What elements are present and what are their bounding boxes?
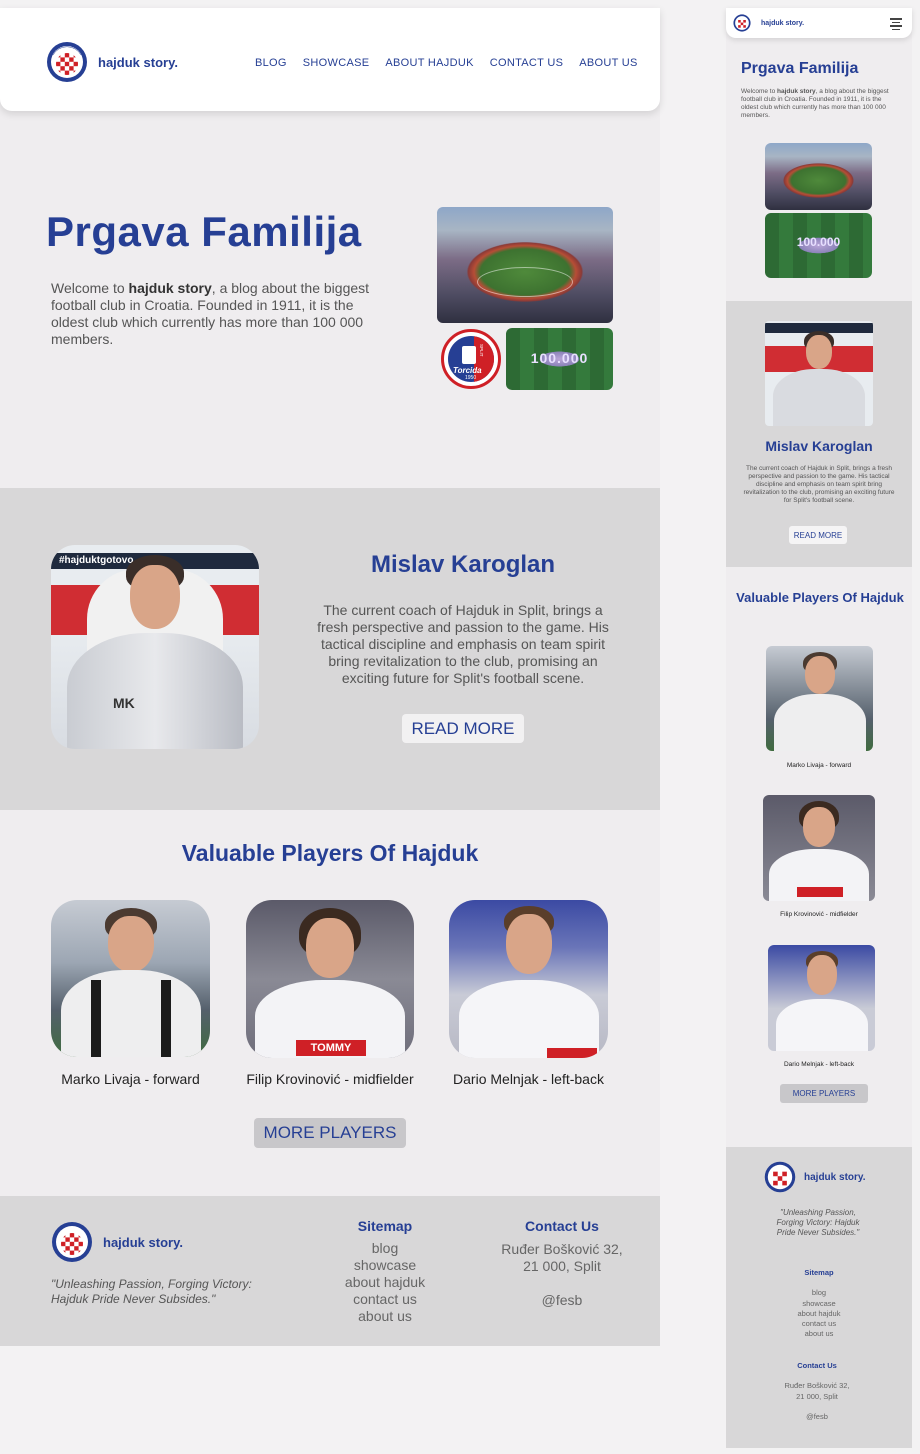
mobile-sitemap-link-showcase[interactable]: showcase: [769, 1299, 869, 1309]
hamburger-menu-icon[interactable]: [890, 17, 902, 30]
mobile-player-photo-melnjak: [768, 945, 875, 1051]
brand-name: hajduk story.: [98, 54, 178, 70]
mobile-brand-link[interactable]: hajduk story.: [733, 14, 804, 32]
brand-logo-link[interactable]: hajduk story.: [46, 41, 178, 83]
sitemap-link-about-us[interactable]: about us: [335, 1308, 435, 1325]
hajduk-crest-icon: [764, 1161, 796, 1193]
mobile-sitemap-title: Sitemap: [804, 1268, 834, 1277]
contact-handle[interactable]: @fesb: [492, 1292, 632, 1309]
mobile-pitch-photo: 100.000: [765, 213, 872, 278]
coach-description: The current coach of Hajduk in Split, br…: [317, 602, 609, 686]
coach-banner-text: #hajduktgotovo: [59, 555, 134, 566]
footer-contact: Contact Us Ruđer Bošković 32, 21 000, Sp…: [492, 1218, 632, 1309]
mobile-header: hajduk story.: [726, 8, 912, 38]
mobile-footer-contact: Contact Us Ruđer Bošković 32, 21 000, Sp…: [762, 1361, 872, 1422]
hajduk-crest-icon: [47, 42, 87, 82]
mobile-brand-name: hajduk story.: [761, 19, 805, 27]
hajduk-crest-icon: [733, 14, 751, 32]
mobile-player-photo-krovinovic: [763, 795, 875, 901]
torcida-badge: Torcida 1950 SPLIT: [441, 329, 501, 389]
mobile-contact-title: Contact Us: [797, 1361, 837, 1370]
mobile-sitemap-link-about-us[interactable]: about us: [769, 1329, 869, 1339]
player-photo-melnjak: [449, 900, 608, 1058]
mobile-footer-sitemap: Sitemap blog showcase about hajduk conta…: [769, 1268, 869, 1340]
mobile-hero-intro: Welcome to hajduk story, a blog about th…: [741, 88, 891, 120]
mobile-coach-description: The current coach of Hajduk in Split, br…: [743, 465, 895, 504]
players-title: Valuable Players Of Hajduk: [181, 840, 479, 866]
coach-jersey-initials: MK: [113, 695, 135, 711]
mobile-coach-photo: [765, 321, 873, 426]
pitch-choreo-photo: 100.000: [506, 328, 613, 390]
more-players-button[interactable]: MORE PLAYERS: [254, 1118, 406, 1148]
mobile-contact-address-line2: 21 000, Split: [796, 1391, 838, 1401]
sitemap-link-showcase[interactable]: showcase: [335, 1257, 435, 1274]
hero-text-start: Welcome to: [51, 280, 129, 296]
contact-address-line1: Ruđer Bošković 32,: [501, 1241, 623, 1257]
mobile-footer-brand[interactable]: hajduk story.: [764, 1161, 866, 1193]
mobile-stadium-photo: [765, 143, 872, 210]
footer-quote: "Unleashing Passion, Forging Victory: Ha…: [51, 1277, 252, 1306]
footer-sitemap: Sitemap blog showcase about hajduk conta…: [335, 1218, 435, 1325]
sitemap-title: Sitemap: [357, 1218, 413, 1234]
nav-about-hajduk[interactable]: ABOUT HAJDUK: [385, 57, 473, 69]
mobile-hero-text-bold: hajduk story: [777, 88, 816, 95]
player-caption-livaja: Marko Livaja - forward: [61, 1071, 200, 1087]
torcida-badge-text: Torcida: [453, 366, 482, 375]
torcida-badge-year: 1950: [465, 375, 477, 381]
torcida-badge-city: SPLIT: [479, 344, 484, 357]
contact-title: Contact Us: [525, 1218, 599, 1234]
coach-photo: #hajduktgotovo MK: [51, 545, 259, 749]
mobile-footer: hajduk story. "Unleashing Passion, Forgi…: [726, 1147, 912, 1448]
sitemap-link-blog[interactable]: blog: [335, 1240, 435, 1257]
mobile-hero-text-start: Welcome to: [741, 88, 778, 95]
player-photo-krovinovic: TOMMY: [246, 900, 414, 1058]
player-sponsor-krovinovic: TOMMY: [296, 1040, 366, 1056]
read-more-button[interactable]: READ MORE: [402, 714, 524, 743]
sitemap-link-about-hajduk[interactable]: about hajduk: [335, 1274, 435, 1291]
nav-contact-us[interactable]: CONTACT US: [490, 57, 564, 69]
mobile-players-title: Valuable Players Of Hajduk: [736, 590, 904, 605]
player-photo-livaja: [51, 900, 210, 1057]
pitch-lines: [477, 267, 573, 297]
mobile-page: hajduk story. Prgava Familija Welcome to…: [726, 8, 912, 1448]
coach-name: Mislav Karoglan: [370, 551, 556, 578]
mobile-contact-address-line1: Ruđer Bošković 32,: [784, 1381, 850, 1391]
desktop-page: hajduk story. BLOG SHOWCASE ABOUT HAJDUK…: [0, 8, 660, 1346]
mobile-sitemap-link-contact-us[interactable]: contact us: [769, 1319, 869, 1329]
contact-address-line2: 21 000, Split: [523, 1258, 601, 1274]
mobile-footer-brand-name: hajduk story.: [804, 1171, 866, 1183]
hero-title: Prgava Familija: [46, 208, 362, 255]
mobile-pitch-text: 100.000: [796, 235, 841, 249]
stadium-photo: [437, 207, 613, 323]
footer-brand[interactable]: hajduk story.: [51, 1221, 183, 1263]
player-caption-melnjak: Dario Melnjak - left-back: [453, 1071, 604, 1087]
mobile-player-caption-melnjak: Dario Melnjak - left-back: [783, 1061, 855, 1068]
mobile-player-caption-livaja: Marko Livaja - forward: [786, 762, 852, 769]
hajduk-crest-icon: [52, 1222, 92, 1262]
player-caption-krovinovic: Filip Krovinović - midfielder: [246, 1071, 414, 1087]
nav-showcase[interactable]: SHOWCASE: [303, 57, 370, 69]
mobile-sitemap-link-about-hajduk[interactable]: about hajduk: [769, 1309, 869, 1319]
hero-text-bold: hajduk story: [128, 280, 212, 296]
site-header: hajduk story. BLOG SHOWCASE ABOUT HAJDUK…: [0, 8, 660, 111]
mobile-read-more-button[interactable]: READ MORE: [789, 526, 847, 544]
mobile-footer-quote: "Unleashing Passion, Forging Victory: Ha…: [776, 1208, 860, 1237]
mobile-sitemap-link-blog[interactable]: blog: [769, 1288, 869, 1298]
site-footer: hajduk story. "Unleashing Passion, Forgi…: [0, 1196, 660, 1346]
pitch-choreo-text: 100.000: [530, 350, 589, 366]
main-nav: BLOG SHOWCASE ABOUT HAJDUK CONTACT US AB…: [255, 57, 638, 69]
mobile-contact-handle[interactable]: @fesb: [762, 1412, 872, 1422]
nav-about-us[interactable]: ABOUT US: [579, 57, 637, 69]
nav-blog[interactable]: BLOG: [255, 57, 287, 69]
mobile-hero-title: Prgava Familija: [741, 60, 859, 77]
mobile-more-players-button[interactable]: MORE PLAYERS: [780, 1084, 868, 1103]
mobile-player-caption-krovinovic: Filip Krovinović - midfielder: [780, 911, 858, 918]
hero-intro: Welcome to hajduk story, a blog about th…: [51, 280, 381, 348]
footer-brand-name: hajduk story.: [103, 1234, 183, 1250]
sitemap-link-contact-us[interactable]: contact us: [335, 1291, 435, 1308]
mobile-player-photo-livaja: [766, 646, 873, 751]
mobile-coach-name: Mislav Karoglan: [765, 438, 873, 454]
